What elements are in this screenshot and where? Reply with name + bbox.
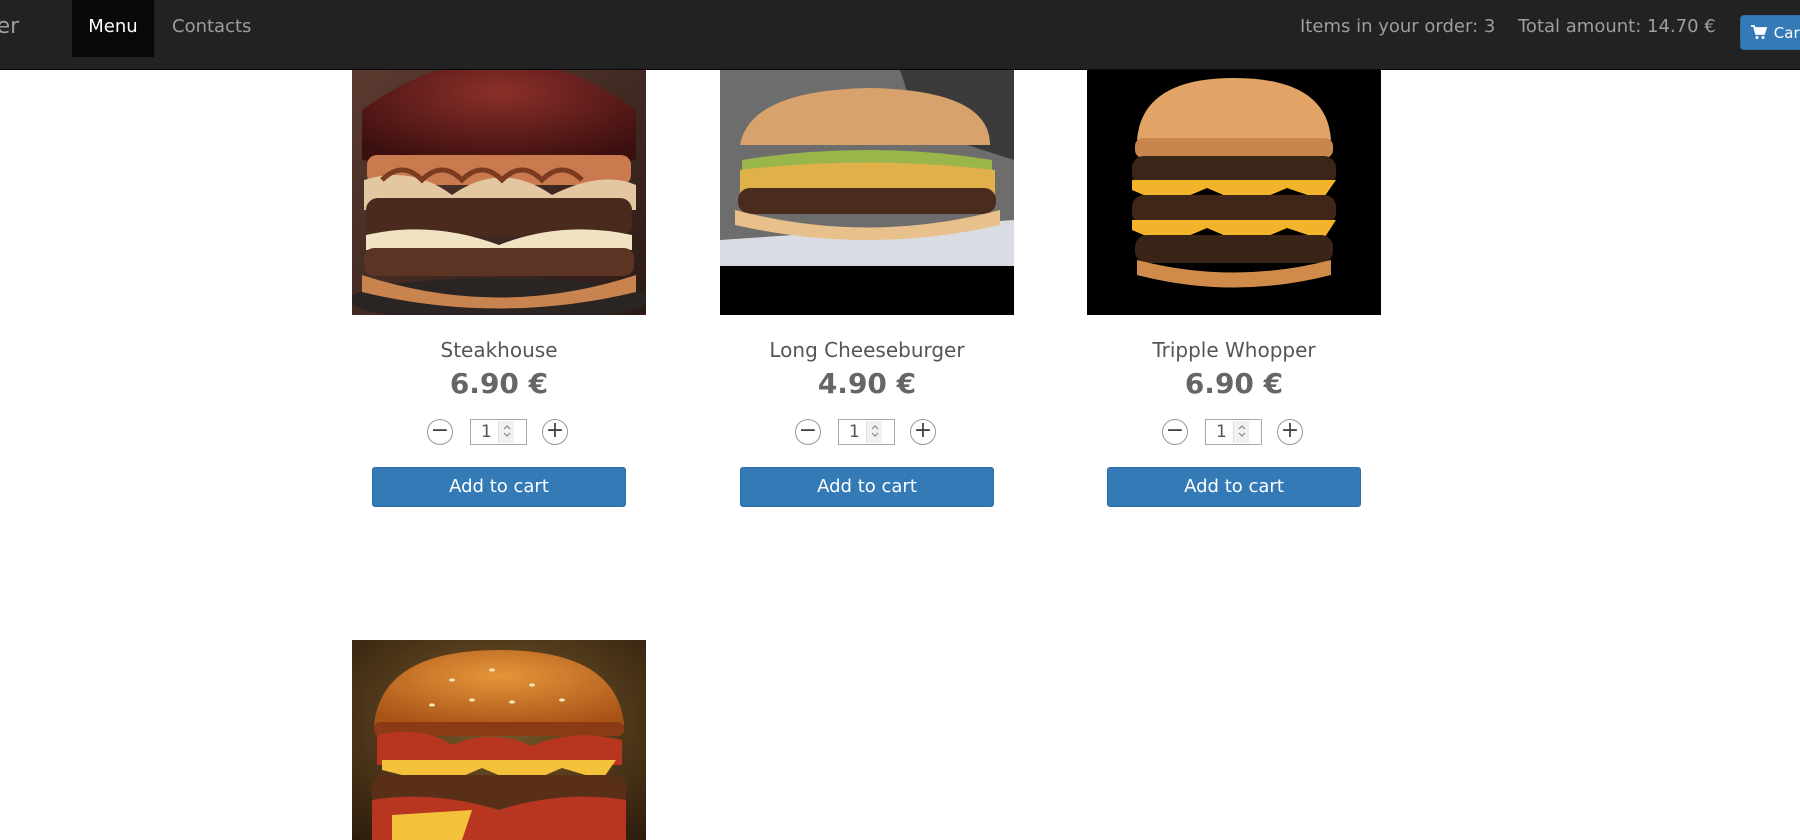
quantity-stepper: − + [720,419,1014,447]
increase-quantity-button[interactable]: + [910,419,936,445]
add-to-cart-button[interactable]: Add to cart [372,467,626,507]
decrease-quantity-button[interactable]: − [427,419,453,445]
increase-quantity-button[interactable]: + [1277,419,1303,445]
decrease-quantity-button[interactable]: − [795,419,821,445]
add-to-cart-button[interactable]: Add to cart [1107,467,1361,507]
nav-menu[interactable]: Menu [72,0,154,57]
quantity-stepper: − + [1087,419,1381,447]
bacon-cheeseburger-image[interactable] [352,640,646,840]
quantity-input[interactable] [470,419,527,445]
order-total-amount: Total amount: 14.70 € [1518,16,1716,37]
nav-contacts[interactable]: Contacts [154,0,269,57]
decrease-quantity-button[interactable]: − [1162,419,1188,445]
cart-button-label: Cart [1773,24,1800,42]
product-price: 6.90 € [449,367,549,400]
product-price: 4.90 € [817,367,917,400]
product-price: 6.90 € [1184,367,1284,400]
long-cheeseburger-image[interactable] [720,70,1014,315]
product-name: Tripple Whopper [1152,338,1316,362]
quantity-input[interactable] [838,419,895,445]
quantity-input[interactable] [1205,419,1262,445]
quantity-stepper: − + [352,419,646,447]
brand-logo-text[interactable]: urger [0,0,19,57]
tripple-whopper-image[interactable] [1087,70,1381,315]
increase-quantity-button[interactable]: + [542,419,568,445]
product-name: Long Cheeseburger [769,338,965,362]
steakhouse-burger-image[interactable] [352,70,646,315]
top-navbar: urger Menu Contacts Items in your order:… [0,0,1800,70]
product-name: Steakhouse [440,338,558,362]
shopping-cart-icon [1751,24,1774,42]
cart-button[interactable]: Cart [1740,15,1800,50]
add-to-cart-button[interactable]: Add to cart [740,467,994,507]
order-items-count: Items in your order: 3 [1300,16,1496,37]
